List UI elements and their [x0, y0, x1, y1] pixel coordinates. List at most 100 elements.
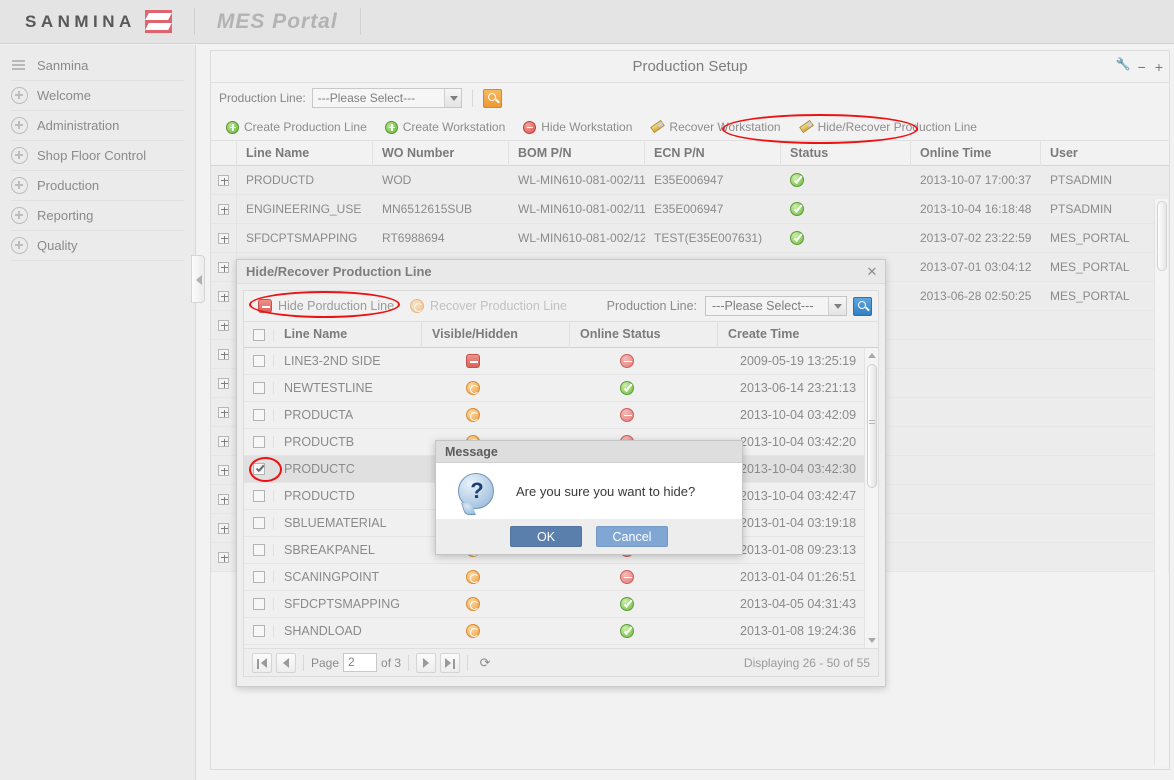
- sidebar-collapse-handle[interactable]: [191, 255, 205, 303]
- dialog-grid-scrollbar[interactable]: [864, 348, 878, 648]
- prev-page-button[interactable]: [276, 652, 296, 673]
- row-expander[interactable]: [211, 194, 237, 224]
- sidebar-item-sanmina[interactable]: Sanmina: [11, 51, 184, 81]
- row-checkbox[interactable]: [252, 598, 265, 610]
- row-checkbox-cell[interactable]: [244, 598, 274, 610]
- search-button[interactable]: [482, 88, 502, 108]
- row-expander[interactable]: [211, 542, 237, 572]
- close-icon[interactable]: ✕: [865, 265, 879, 279]
- column-header-line-name[interactable]: Line Name: [274, 321, 422, 348]
- select-all-checkbox[interactable]: [252, 328, 265, 341]
- table-row[interactable]: ENGINEERING_USE MN6512615SUB WL-MIN610-0…: [211, 194, 1169, 224]
- recover-production-line-button[interactable]: Recover Production Line: [402, 297, 575, 315]
- row-expander[interactable]: [211, 252, 237, 282]
- row-expander[interactable]: [211, 397, 237, 427]
- row-checkbox-cell[interactable]: [244, 409, 274, 421]
- row-expander[interactable]: [211, 455, 237, 485]
- plus-circle-icon: [11, 177, 28, 194]
- sidebar-item-shop-floor-control[interactable]: Shop Floor Control: [11, 141, 184, 171]
- row-checkbox-cell[interactable]: [244, 355, 274, 367]
- list-item[interactable]: LINE3-2ND SIDE 2009-05-19 13:25:19: [244, 348, 878, 375]
- row-expander[interactable]: [211, 339, 237, 369]
- list-item[interactable]: SHANDLOAD 2013-01-08 19:24:36: [244, 618, 878, 645]
- main-grid-scrollbar[interactable]: [1154, 199, 1168, 765]
- scrollbar-thumb[interactable]: [1157, 201, 1167, 271]
- list-item[interactable]: SCANINGPOINT 2013-01-04 01:26:51: [244, 564, 878, 591]
- row-checkbox-cell[interactable]: [244, 382, 274, 394]
- row-expander[interactable]: [211, 165, 237, 195]
- cancel-button[interactable]: Cancel: [596, 526, 668, 547]
- scrollbar-thumb[interactable]: [867, 364, 877, 488]
- column-header-user[interactable]: User: [1041, 140, 1157, 166]
- column-header-bom-pn[interactable]: BOM P/N: [509, 140, 645, 166]
- list-item[interactable]: NEWTESTLINE 2013-06-14 23:21:13: [244, 375, 878, 402]
- scroll-up-icon[interactable]: [867, 350, 877, 361]
- row-expander[interactable]: [211, 513, 237, 543]
- row-checkbox[interactable]: [252, 571, 265, 583]
- sidebar-item-production[interactable]: Production: [11, 171, 184, 201]
- column-header-online-status[interactable]: Online Status: [570, 321, 718, 348]
- create-workstation-button[interactable]: Create Workstation: [376, 114, 515, 140]
- button-label: Create Production Line: [244, 120, 367, 134]
- row-expander[interactable]: [211, 223, 237, 253]
- refresh-button[interactable]: ⟳: [475, 653, 495, 673]
- list-item[interactable]: SFDCPTSMAPPING 2013-04-05 04:31:43: [244, 591, 878, 618]
- column-header-create-time[interactable]: Create Time: [718, 321, 860, 348]
- row-checkbox-cell[interactable]: [244, 571, 274, 583]
- production-line-select[interactable]: ---Please Select---: [311, 88, 462, 108]
- column-header-status[interactable]: Status: [781, 140, 911, 166]
- row-checkbox[interactable]: [252, 544, 265, 556]
- row-checkbox-cell[interactable]: [244, 517, 274, 529]
- row-checkbox-cell[interactable]: [244, 625, 274, 637]
- page-number-input[interactable]: 2: [343, 653, 378, 672]
- row-checkbox[interactable]: [252, 463, 265, 475]
- row-expander[interactable]: [211, 484, 237, 514]
- maximize-icon[interactable]: +: [1155, 60, 1163, 74]
- row-checkbox[interactable]: [252, 382, 265, 394]
- column-header-online-time[interactable]: Online Time: [911, 140, 1041, 166]
- row-checkbox[interactable]: [252, 355, 265, 367]
- sidebar-item-quality[interactable]: Quality: [11, 231, 184, 261]
- row-checkbox[interactable]: [252, 409, 265, 421]
- dialog-production-line-select[interactable]: ---Please Select---: [705, 296, 847, 316]
- sidebar-item-welcome[interactable]: Welcome: [11, 81, 184, 111]
- create-production-line-button[interactable]: Create Production Line: [217, 114, 376, 140]
- table-row[interactable]: SFDCPTSMAPPING RT6988694 WL-MIN610-081-0…: [211, 223, 1169, 253]
- cell-visible-hidden: [422, 375, 570, 402]
- dialog-search-button[interactable]: [853, 296, 872, 316]
- hide-workstation-button[interactable]: Hide Workstation: [514, 114, 641, 140]
- row-checkbox-cell[interactable]: [244, 544, 274, 556]
- row-checkbox[interactable]: [252, 517, 265, 529]
- column-header-line-name[interactable]: Line Name: [237, 140, 373, 166]
- row-checkbox-cell[interactable]: [244, 490, 274, 502]
- last-page-button[interactable]: [440, 652, 461, 673]
- row-checkbox[interactable]: [252, 490, 265, 502]
- hide-recover-production-line-button[interactable]: Hide/Recover Production Line: [790, 114, 986, 140]
- minimize-icon[interactable]: −: [1138, 60, 1146, 74]
- wrench-icon[interactable]: [1116, 58, 1131, 74]
- hide-production-line-button[interactable]: Hide Porduction Line: [250, 297, 402, 315]
- row-checkbox[interactable]: [252, 436, 265, 448]
- row-expander[interactable]: [211, 281, 237, 311]
- row-expander[interactable]: [211, 426, 237, 456]
- recover-workstation-button[interactable]: Recover Workstation: [641, 114, 789, 140]
- table-row[interactable]: PRODUCTD WOD WL-MIN610-081-002/11 E35E00…: [211, 165, 1169, 195]
- column-header-wo-number[interactable]: WO Number: [373, 140, 509, 166]
- scroll-down-icon[interactable]: [867, 635, 877, 646]
- first-page-button[interactable]: [252, 652, 272, 673]
- row-checkbox-cell[interactable]: [244, 463, 274, 475]
- sidebar-item-administration[interactable]: Administration: [11, 111, 184, 141]
- row-expander[interactable]: [211, 368, 237, 398]
- row-checkbox[interactable]: [252, 625, 265, 637]
- list-item[interactable]: SORIENTATION 2013-01-12 02:02:58: [244, 645, 878, 648]
- row-expander[interactable]: [211, 310, 237, 340]
- select-all-checkbox-cell[interactable]: [244, 328, 274, 341]
- column-header-visible-hidden[interactable]: Visible/Hidden: [422, 321, 570, 348]
- column-header-ecn-pn[interactable]: ECN P/N: [645, 140, 781, 166]
- next-page-button[interactable]: [416, 652, 437, 673]
- list-item[interactable]: PRODUCTA 2013-10-04 03:42:09: [244, 402, 878, 429]
- cell-line-name: SORIENTATION: [274, 645, 422, 649]
- ok-button[interactable]: OK: [510, 526, 582, 547]
- row-checkbox-cell[interactable]: [244, 436, 274, 448]
- sidebar-item-reporting[interactable]: Reporting: [11, 201, 184, 231]
